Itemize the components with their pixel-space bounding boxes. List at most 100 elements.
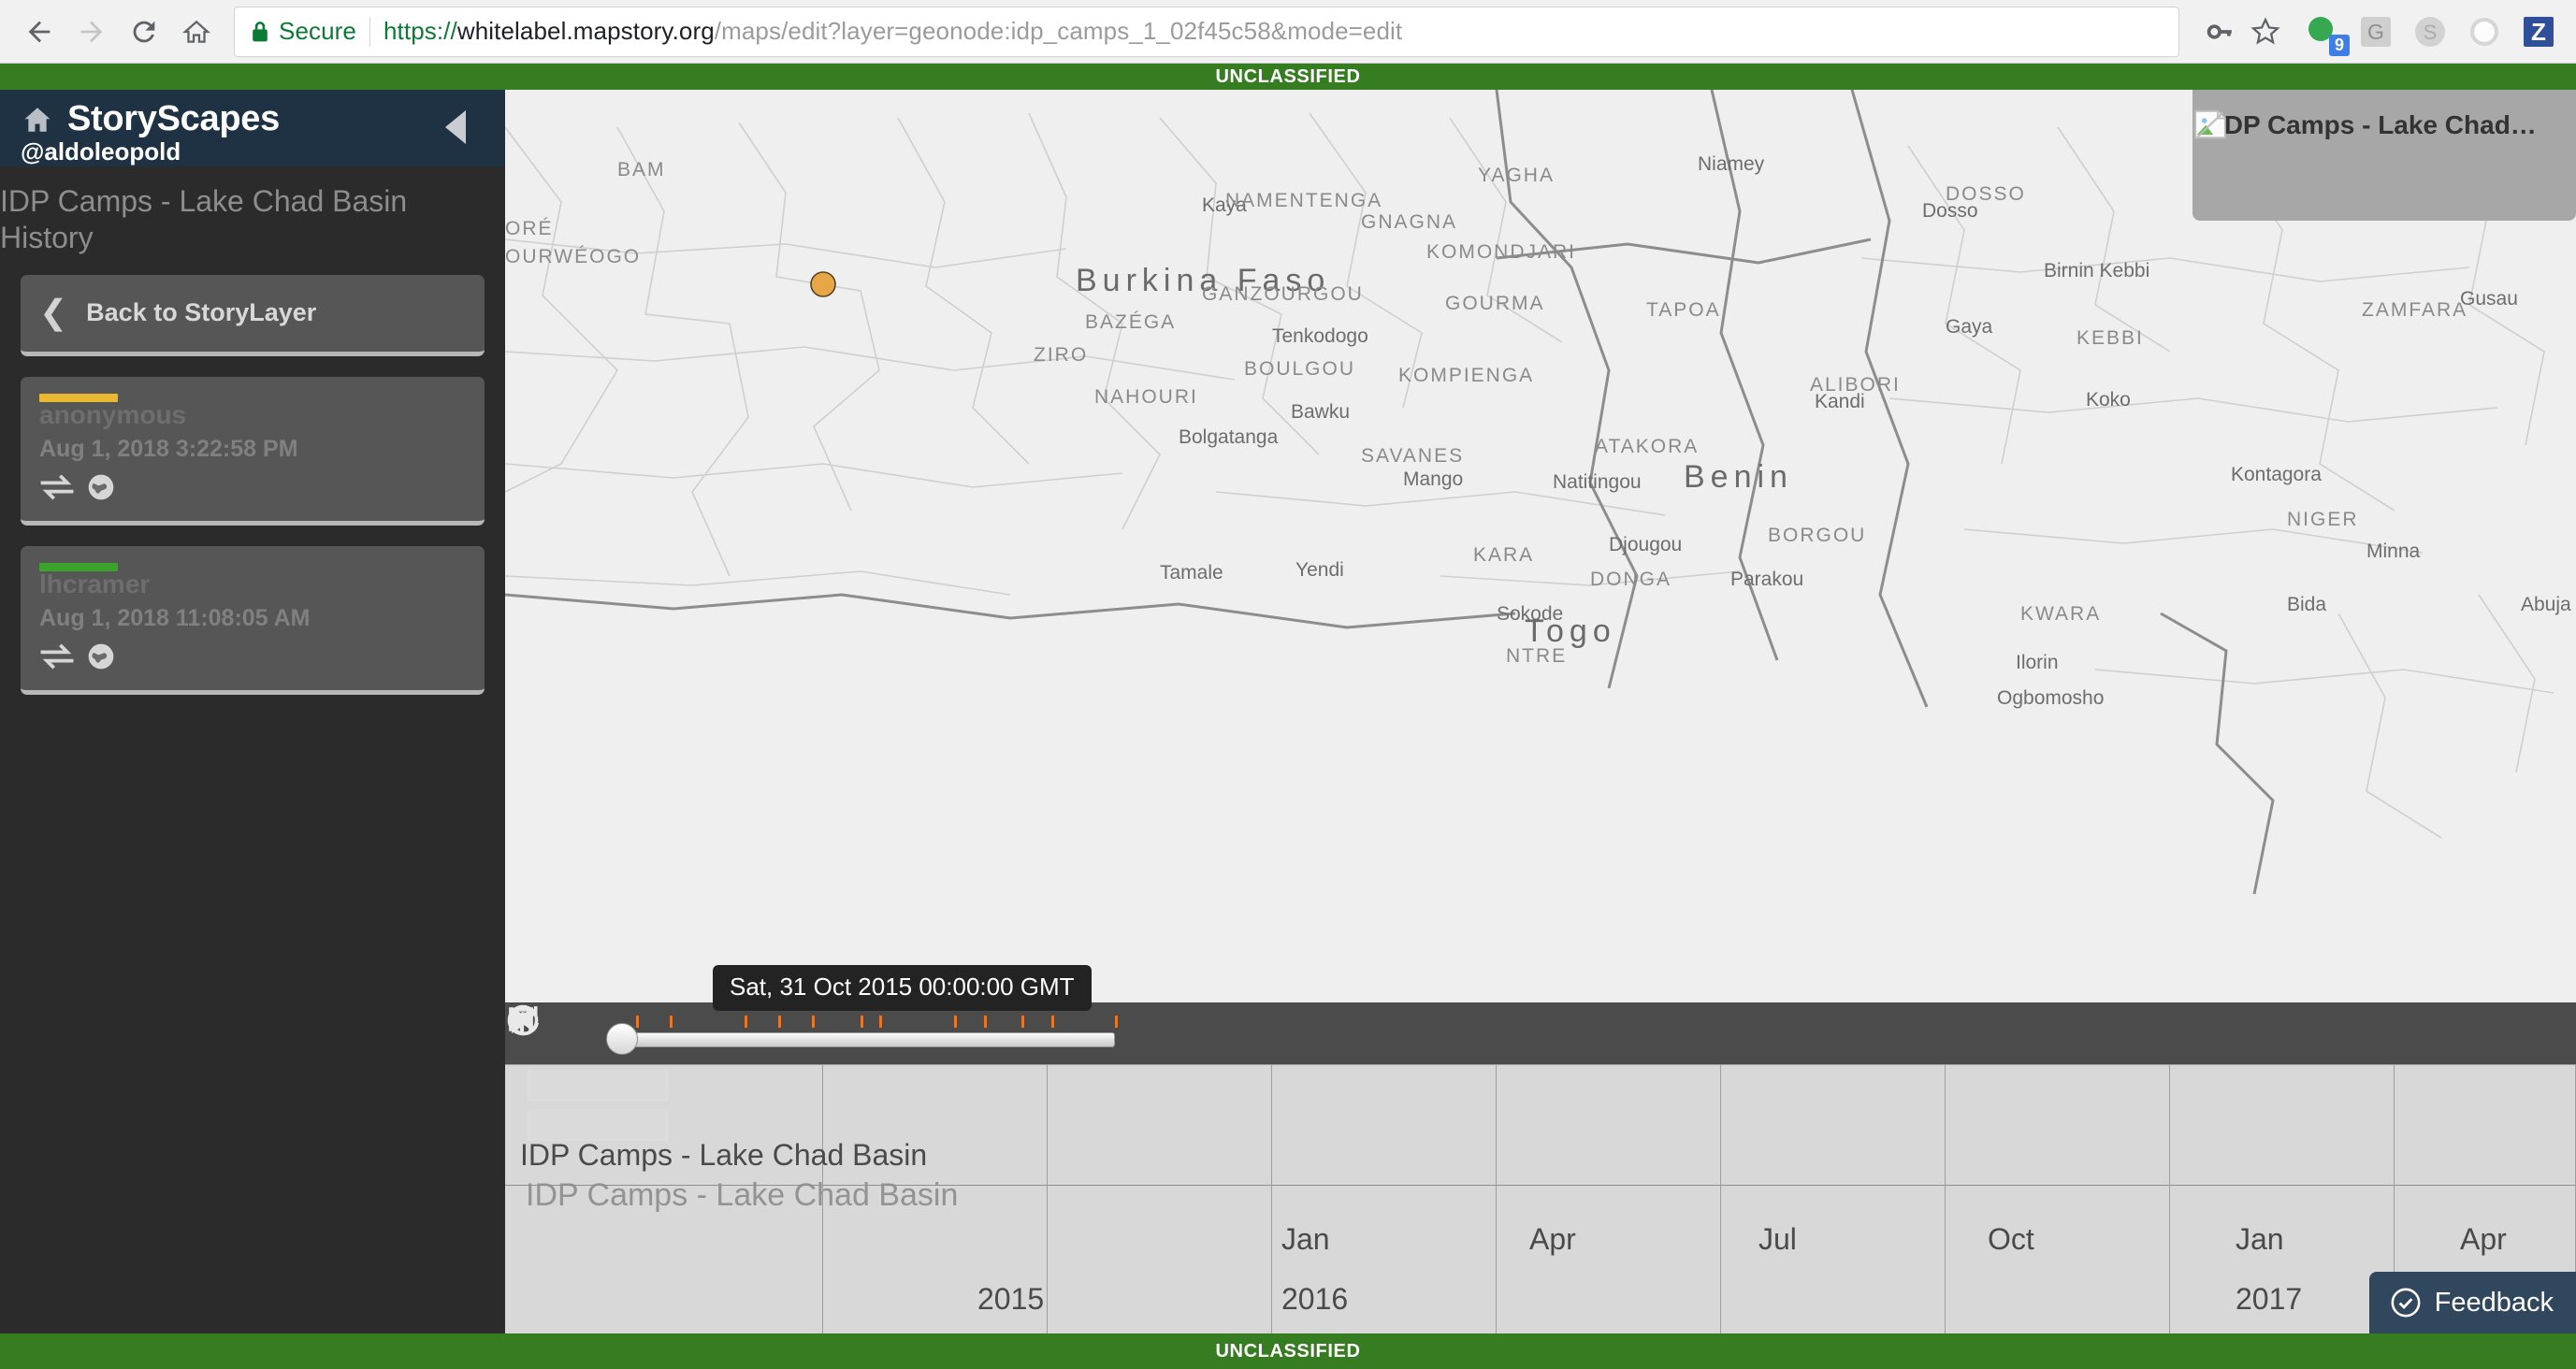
map-label: TAPOA [1646, 299, 1721, 321]
timeline-axis[interactable]: IDP Camps - Lake Chad Basin 2015 2016 Jan Ap… [505, 1064, 2576, 1333]
axis-year-label: 2017 [2236, 1282, 2303, 1316]
globe-icon[interactable] [86, 472, 116, 502]
map-label: DONGA [1590, 569, 1672, 590]
key-icon [2207, 23, 2232, 39]
feedback-button[interactable]: Feedback [2368, 1272, 2576, 1333]
axis-year-label: 2015 [977, 1282, 1045, 1316]
timeline-tick [1115, 1016, 1118, 1028]
map-label: ZIRO [1034, 344, 1088, 366]
map-label: GOURMA [1445, 293, 1545, 314]
white-circle-extension-icon[interactable] [2466, 13, 2503, 50]
timeline-tick [861, 1016, 863, 1028]
timeline-tick [670, 1016, 673, 1028]
map-canvas[interactable]: BAMYAGHANiameyDOSSOMaradiKayaNAMENTENGAD… [505, 90, 2576, 1333]
url-scheme: https:// [383, 17, 457, 45]
timeline-tick [745, 1016, 747, 1028]
map-label: Benin [1684, 459, 1793, 495]
exchange-arrows-icon[interactable] [39, 643, 75, 670]
map-label: Tenkodogo [1272, 325, 1368, 347]
map-label: SAVANES [1361, 445, 1464, 467]
omnibox-divider [369, 16, 370, 47]
green-circle-extension-icon[interactable]: 9 [2303, 13, 2350, 56]
home-button[interactable] [170, 6, 223, 58]
map-label: Koko [2086, 389, 2131, 411]
timeline-handle[interactable] [606, 1023, 639, 1055]
axis-year-label: 2016 [1281, 1282, 1349, 1316]
feedback-label: Feedback [2434, 1287, 2554, 1318]
extension-tray: 9 G S Z [2303, 13, 2563, 56]
clock-icon [507, 1004, 539, 1036]
back-to-storylayer-button[interactable]: ❮ Back to StoryLayer [21, 275, 485, 357]
map-label: Tamale [1160, 562, 1223, 584]
map-label: Kandi [1815, 391, 1865, 412]
map-label: Bida [2287, 594, 2326, 615]
exchange-arrows-icon[interactable] [39, 474, 75, 500]
svg-text:S: S [2424, 21, 2438, 44]
map-label: Natitingou [1553, 471, 1642, 493]
legend-title: IDP Camps - Lake Chad… [2217, 110, 2537, 139]
map-label: Mango [1403, 468, 1463, 490]
timeline-date-tooltip: Sat, 31 Oct 2015 00:00:00 GMT [713, 965, 1092, 1011]
extension-badge-count: 9 [2328, 34, 2350, 56]
arrow-left-icon [28, 21, 51, 42]
address-bar[interactable]: Secure https://whitelabel.mapstory.org/m… [234, 6, 2179, 57]
bookmark-star-button[interactable] [2249, 15, 2282, 49]
url-text: https://whitelabel.mapstory.org/maps/edi… [384, 17, 1402, 46]
axis-tick-label: Jan [2236, 1222, 2284, 1256]
brand-row[interactable]: StoryScapes [21, 99, 485, 139]
collapse-left-icon[interactable] [445, 110, 466, 144]
story-title: IDP Camps - Lake Chad Basin History [0, 184, 408, 255]
map-label: ATAKORA [1595, 436, 1699, 457]
timeline-slider[interactable] [602, 1002, 1118, 1064]
revision-actions [39, 472, 466, 502]
google-extension-icon[interactable]: G [2357, 13, 2395, 50]
home-icon [182, 20, 210, 43]
play-button[interactable] [512, 1002, 597, 1064]
skype-extension-icon[interactable]: S [2411, 13, 2449, 50]
lock-icon [250, 20, 270, 44]
timeline-track[interactable] [610, 1032, 1115, 1047]
timeline-tick [1021, 1016, 1024, 1028]
story-sidebar: StoryScapes @aldoleopold IDP Camps - Lak… [0, 90, 505, 1333]
zotero-extension-icon[interactable]: Z [2520, 13, 2557, 50]
globe-icon[interactable] [86, 641, 116, 671]
map-label: NTRE [1506, 645, 1567, 667]
revision-user: lhcramer [39, 569, 151, 599]
map-label: NAMENTENGA [1225, 190, 1382, 211]
map-label: YAGHA [1478, 165, 1555, 186]
map-label: BAM [617, 159, 666, 180]
map-label: Niamey [1698, 153, 1765, 175]
axis-tick-label: Jul [1758, 1222, 1797, 1256]
timeline-tick [954, 1016, 957, 1028]
timeline-buttons [507, 1002, 1285, 1064]
map-marker[interactable] [810, 271, 836, 297]
timeline-tick [778, 1016, 781, 1028]
star-icon [2250, 16, 2280, 45]
password-key-button[interactable] [2204, 16, 2236, 48]
timeline-tick [984, 1016, 987, 1028]
map-label: ZAMFARA [2362, 299, 2467, 321]
brand-title: StoryScapes [67, 99, 280, 138]
axis-tick-label: Jan [1281, 1222, 1330, 1256]
arrow-right-icon [80, 21, 103, 42]
url-path: /maps/edit?layer=geonode:idp_camps_1_02f… [714, 17, 1403, 45]
app-stage: BAMYAGHANiameyDOSSOMaradiKayaNAMENTENGAD… [0, 90, 2576, 1333]
map-label: Djougou [1609, 534, 1682, 555]
map-label: NIGER [2287, 509, 2359, 530]
classification-banner-top: UNCLASSIFIED [0, 64, 2576, 90]
timeline-toolbar[interactable] [505, 1002, 2576, 1064]
reload-button[interactable] [118, 6, 170, 58]
back-button[interactable] [13, 6, 65, 58]
layer-legend-panel[interactable]: IDP Camps - Lake Chad… [2192, 90, 2576, 221]
brand-username: @aldoleopold [21, 137, 181, 166]
map-label: KWARA [2020, 603, 2101, 625]
map-label: Yendi [1295, 559, 1344, 581]
revision-actions [39, 641, 466, 671]
revision-card[interactable]: lhcramer Aug 1, 2018 11:08:05 AM [21, 546, 485, 696]
revision-card[interactable]: anonymous Aug 1, 2018 3:22:58 PM [21, 377, 485, 526]
axis-tick-label: Apr [2460, 1222, 2507, 1256]
svg-text:G: G [2367, 20, 2384, 44]
axis-tick-label: Oct [1988, 1222, 2034, 1256]
chevron-left-icon: ❮ [39, 293, 68, 332]
forward-button[interactable] [65, 6, 118, 58]
